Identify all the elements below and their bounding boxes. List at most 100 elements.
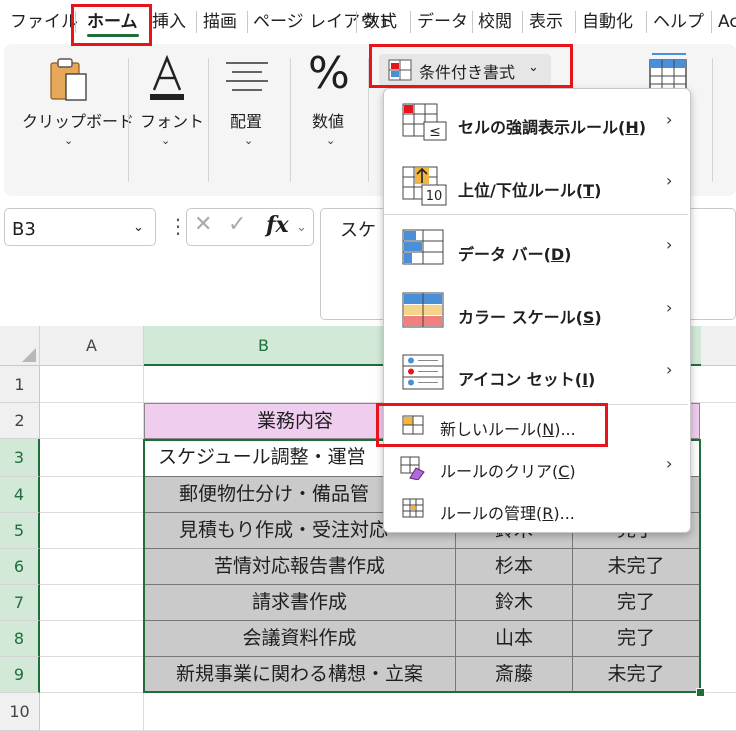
font-group[interactable]: フォント ⌄: [134, 48, 204, 188]
tab-draw[interactable]: 描画: [203, 8, 237, 36]
cell-c9[interactable]: 斎藤: [456, 657, 573, 693]
icon-sets-icon: [402, 354, 444, 390]
cell-d8[interactable]: 完了: [573, 621, 700, 657]
new-rule-icon: [402, 415, 424, 435]
menu-new-rule[interactable]: 新しいルール(N)...: [384, 408, 688, 444]
cell-a10[interactable]: [40, 693, 144, 731]
tab-insert[interactable]: 挿入: [152, 8, 186, 36]
number-label: 数値: [312, 112, 345, 131]
tab-separator: [472, 11, 473, 33]
menu-clear-rules[interactable]: ルールのクリア(C) ›: [384, 450, 688, 486]
percent-icon: %: [308, 48, 350, 99]
clipboard-group[interactable]: クリップボード ⌄: [16, 48, 134, 188]
alignment-group[interactable]: 配置 ⌄: [214, 48, 282, 188]
cell-b8[interactable]: 会議資料作成: [144, 621, 456, 657]
cell-c8[interactable]: 山本: [456, 621, 573, 657]
clear-rules-icon: [400, 456, 425, 480]
cell-b9[interactable]: 新規事業に関わる構想・立案: [144, 657, 456, 693]
tab-automate[interactable]: 自動化: [582, 8, 633, 36]
chevron-down-icon[interactable]: ⌄: [296, 220, 307, 235]
row-header-7[interactable]: 7: [0, 585, 40, 621]
active-tab-underline: [87, 34, 139, 37]
cell-b6[interactable]: 苦情対応報告書作成: [144, 549, 456, 585]
row-header-2[interactable]: 2: [0, 403, 40, 439]
tab-formulas[interactable]: 数式: [363, 8, 397, 36]
menu-icon-sets[interactable]: アイコン セット(I) ›: [384, 342, 688, 402]
chevron-down-icon[interactable]: ⌄: [133, 220, 144, 235]
cell-b7[interactable]: 請求書作成: [144, 585, 456, 621]
chevron-right-icon: ›: [666, 298, 673, 317]
menu-manage-rules[interactable]: ルールの管理(R)...: [384, 492, 688, 528]
cell-c6[interactable]: 杉本: [456, 549, 573, 585]
tab-home[interactable]: ホーム: [87, 8, 138, 36]
menu-label: セルの強調表示ルール(H): [458, 118, 647, 137]
cell-d7[interactable]: 完了: [573, 585, 700, 621]
menu-label: カラー スケール(S): [458, 308, 602, 327]
cell-d6[interactable]: 未完了: [573, 549, 700, 585]
fill-handle[interactable]: [696, 688, 705, 697]
cell-a8[interactable]: [40, 621, 144, 657]
alignment-label: 配置: [230, 112, 263, 131]
tab-help[interactable]: ヘルプ: [653, 8, 704, 36]
group-separator: [208, 58, 209, 182]
row-header-9[interactable]: 9: [0, 657, 40, 693]
top-bottom-rules-icon: 10: [402, 166, 447, 206]
tab-acrobat[interactable]: Ac: [718, 8, 736, 36]
font-color-icon: [150, 54, 184, 100]
row-header-6[interactable]: 6: [0, 549, 40, 585]
cell-a2[interactable]: [40, 403, 144, 439]
tab-file[interactable]: ファイル: [10, 8, 78, 36]
cell-a3[interactable]: [40, 439, 144, 477]
ribbon-tabs: ファイル ホーム 挿入 描画 ページ レイアウト 数式 データ 校閲 表示 自動…: [0, 0, 736, 44]
menu-color-scales[interactable]: カラー スケール(S) ›: [384, 280, 688, 340]
menu-label: 上位/下位ルール(T): [458, 181, 602, 200]
row-header-1[interactable]: 1: [0, 366, 40, 403]
insert-function-icon[interactable]: fx: [266, 212, 289, 238]
cell-c7[interactable]: 鈴木: [456, 585, 573, 621]
column-e-cells[interactable]: [700, 403, 736, 693]
tab-data[interactable]: データ: [417, 8, 468, 36]
manage-rules-icon: [402, 498, 424, 518]
tab-separator: [247, 11, 248, 33]
chevron-down-icon: ⌄: [528, 60, 539, 75]
row-header-4[interactable]: 4: [0, 477, 40, 513]
cell-d9[interactable]: 未完了: [573, 657, 700, 693]
column-header-b[interactable]: B: [144, 326, 384, 366]
confirm-icon[interactable]: ✓: [228, 212, 246, 237]
tab-separator: [575, 11, 576, 33]
chevron-right-icon: ›: [666, 235, 673, 254]
column-header-e-partial[interactable]: [701, 326, 736, 366]
row-header-10[interactable]: 10: [0, 693, 40, 731]
formula-content: スケ: [340, 220, 376, 241]
data-bars-icon: [402, 229, 444, 265]
tab-separator: [75, 11, 76, 33]
menu-top-bottom-rules[interactable]: 10 上位/下位ルール(T) ›: [384, 155, 688, 215]
cell-a4[interactable]: [40, 477, 144, 513]
cell-a7[interactable]: [40, 585, 144, 621]
row-header-8[interactable]: 8: [0, 621, 40, 657]
tab-review[interactable]: 校閲: [478, 8, 512, 36]
menu-highlight-cells-rules[interactable]: ≤ セルの強調表示ルール(H) ›: [384, 92, 688, 152]
row-header-5[interactable]: 5: [0, 513, 40, 549]
number-group[interactable]: % 数値 ⌄: [296, 48, 362, 188]
tab-separator: [410, 11, 411, 33]
cell-a9[interactable]: [40, 657, 144, 693]
cancel-icon[interactable]: ✕: [194, 212, 212, 237]
svg-text:10: 10: [426, 189, 443, 204]
cell-a6[interactable]: [40, 549, 144, 585]
cell-a5[interactable]: [40, 513, 144, 549]
tab-view[interactable]: 表示: [529, 8, 563, 36]
menu-label: ルールのクリア(C): [440, 462, 576, 481]
row-header-3[interactable]: 3: [0, 439, 40, 477]
menu-data-bars[interactable]: データ バー(D) ›: [384, 217, 688, 277]
row-10-cells[interactable]: [144, 693, 736, 731]
more-options-icon[interactable]: ⋮: [168, 214, 188, 238]
column-header-a[interactable]: A: [40, 326, 144, 366]
tab-separator: [711, 11, 712, 33]
font-label: フォント: [140, 112, 205, 131]
cell-a1[interactable]: [40, 366, 144, 403]
select-all-corner[interactable]: [0, 326, 40, 366]
tab-separator: [356, 11, 357, 33]
tab-separator: [522, 11, 523, 33]
menu-separator: [384, 214, 688, 215]
